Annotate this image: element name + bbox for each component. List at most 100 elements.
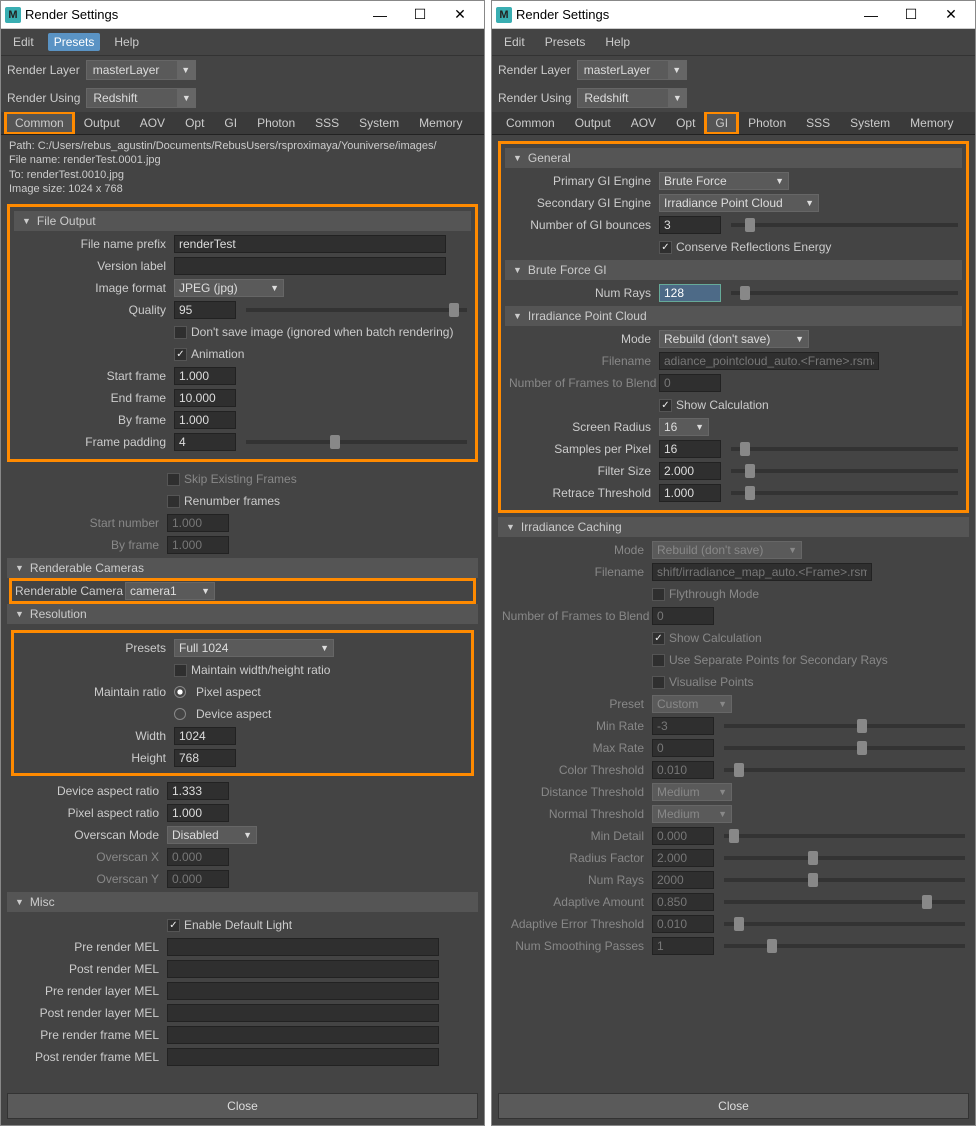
resolution-highlight: PresetsFull 1024▼ Maintain width/height … xyxy=(11,630,474,776)
tab-aov[interactable]: AOV xyxy=(621,112,666,134)
menu-help[interactable]: Help xyxy=(108,33,145,51)
ic-header[interactable]: ▼Irradiance Caching xyxy=(498,517,969,537)
pre-render-frame-mel-input[interactable] xyxy=(167,1026,439,1044)
pre-render-layer-mel-input[interactable] xyxy=(167,982,439,1000)
by-frame-input[interactable] xyxy=(174,411,236,429)
num-rays-slider[interactable] xyxy=(731,291,958,295)
screen-radius-select[interactable]: 16▼ xyxy=(659,418,709,436)
menu-help[interactable]: Help xyxy=(599,33,636,51)
filter-size-input[interactable] xyxy=(659,462,721,480)
close-window-button[interactable]: ✕ xyxy=(931,6,971,23)
file-output-header[interactable]: ▼File Output xyxy=(14,211,471,231)
maya-icon: M xyxy=(5,7,21,23)
pre-render-mel-input[interactable] xyxy=(167,938,439,956)
resolution-presets-select[interactable]: Full 1024▼ xyxy=(174,639,334,657)
tab-opt[interactable]: Opt xyxy=(175,112,214,134)
render-settings-window-right: M Render Settings — ☐ ✕ Edit Presets Hel… xyxy=(491,0,976,1126)
tab-photon[interactable]: Photon xyxy=(247,112,305,134)
render-using-row: Render Using Redshift▼ xyxy=(1,84,484,112)
menu-presets[interactable]: Presets xyxy=(48,33,101,51)
tab-gi[interactable]: GI xyxy=(214,112,247,134)
tab-opt[interactable]: Opt xyxy=(666,112,705,134)
radius-factor-input xyxy=(652,849,714,867)
post-render-frame-mel-input[interactable] xyxy=(167,1048,439,1066)
conserve-reflections-checkbox[interactable]: ✓ xyxy=(659,241,672,254)
close-button[interactable]: Close xyxy=(7,1093,478,1119)
general-header[interactable]: ▼General xyxy=(505,148,962,168)
overscan-mode-select[interactable]: Disabled▼ xyxy=(167,826,257,844)
resolution-header[interactable]: ▼Resolution xyxy=(7,604,478,624)
minimize-button[interactable]: — xyxy=(851,7,891,23)
width-input[interactable] xyxy=(174,727,236,745)
render-layer-select[interactable]: masterLayer▼ xyxy=(577,60,687,80)
tab-system[interactable]: System xyxy=(840,112,900,134)
tab-sss[interactable]: SSS xyxy=(796,112,840,134)
primary-gi-select[interactable]: Brute Force▼ xyxy=(659,172,789,190)
maximize-button[interactable]: ☐ xyxy=(400,6,440,23)
quality-slider[interactable] xyxy=(246,308,467,312)
by-frame-2-input xyxy=(167,536,229,554)
ipc-frames-blend-input xyxy=(659,374,721,392)
device-aspect-radio[interactable] xyxy=(174,708,186,720)
menu-edit[interactable]: Edit xyxy=(7,33,40,51)
retrace-threshold-input[interactable] xyxy=(659,484,721,502)
height-input[interactable] xyxy=(174,749,236,767)
secondary-gi-select[interactable]: Irradiance Point Cloud▼ xyxy=(659,194,819,212)
tab-memory[interactable]: Memory xyxy=(409,112,472,134)
dontsave-checkbox[interactable] xyxy=(174,326,187,339)
image-format-select[interactable]: JPEG (jpg)▼ xyxy=(174,279,284,297)
tab-sss[interactable]: SSS xyxy=(305,112,349,134)
brute-force-header[interactable]: ▼Brute Force GI xyxy=(505,260,962,280)
gi-bounces-input[interactable] xyxy=(659,216,721,234)
frame-padding-input[interactable] xyxy=(174,433,236,451)
post-render-mel-input[interactable] xyxy=(167,960,439,978)
ipc-mode-select[interactable]: Rebuild (don't save)▼ xyxy=(659,330,809,348)
maintain-ratio-checkbox[interactable] xyxy=(174,664,187,677)
frame-padding-slider[interactable] xyxy=(246,440,467,444)
num-rays-input[interactable] xyxy=(659,284,721,302)
tab-gi[interactable]: GI xyxy=(705,112,738,134)
quality-input[interactable] xyxy=(174,301,236,319)
tab-output[interactable]: Output xyxy=(74,112,130,134)
maximize-button[interactable]: ☐ xyxy=(891,6,931,23)
pixel-aspect-radio[interactable] xyxy=(174,686,186,698)
render-using-select[interactable]: Redshift▼ xyxy=(86,88,196,108)
render-layer-select[interactable]: masterLayer▼ xyxy=(86,60,196,80)
tab-common[interactable]: Common xyxy=(496,112,565,134)
overscan-y-input xyxy=(167,870,229,888)
tab-photon[interactable]: Photon xyxy=(738,112,796,134)
close-window-button[interactable]: ✕ xyxy=(440,6,480,23)
pixel-aspect-ratio-input[interactable] xyxy=(167,804,229,822)
min-detail-input xyxy=(652,827,714,845)
renderable-cameras-header[interactable]: ▼Renderable Cameras xyxy=(7,558,478,578)
end-frame-input[interactable] xyxy=(174,389,236,407)
render-using-select[interactable]: Redshift▼ xyxy=(577,88,687,108)
skip-existing-checkbox[interactable] xyxy=(167,473,180,486)
samples-per-pixel-input[interactable] xyxy=(659,440,721,458)
close-button[interactable]: Close xyxy=(498,1093,969,1119)
tab-output[interactable]: Output xyxy=(565,112,621,134)
tab-aov[interactable]: AOV xyxy=(130,112,175,134)
gi-bounces-slider[interactable] xyxy=(731,223,958,227)
device-aspect-ratio-input[interactable] xyxy=(167,782,229,800)
enable-default-light-checkbox[interactable]: ✓ xyxy=(167,919,180,932)
show-calculation-checkbox[interactable]: ✓ xyxy=(659,399,672,412)
animation-checkbox[interactable]: ✓ xyxy=(174,348,187,361)
version-label-input[interactable] xyxy=(174,257,446,275)
tab-memory[interactable]: Memory xyxy=(900,112,963,134)
file-name-prefix-input[interactable] xyxy=(174,235,446,253)
renumber-checkbox[interactable] xyxy=(167,495,180,508)
post-render-layer-mel-input[interactable] xyxy=(167,1004,439,1022)
minimize-button[interactable]: — xyxy=(360,7,400,23)
filter-size-slider[interactable] xyxy=(731,469,958,473)
renderable-camera-select[interactable]: camera1▼ xyxy=(125,582,215,600)
spp-slider[interactable] xyxy=(731,447,958,451)
start-frame-input[interactable] xyxy=(174,367,236,385)
misc-header[interactable]: ▼Misc xyxy=(7,892,478,912)
menu-presets[interactable]: Presets xyxy=(539,33,592,51)
tab-system[interactable]: System xyxy=(349,112,409,134)
ipc-header[interactable]: ▼Irradiance Point Cloud xyxy=(505,306,962,326)
tab-common[interactable]: Common xyxy=(5,112,74,134)
retrace-slider[interactable] xyxy=(731,491,958,495)
menu-edit[interactable]: Edit xyxy=(498,33,531,51)
